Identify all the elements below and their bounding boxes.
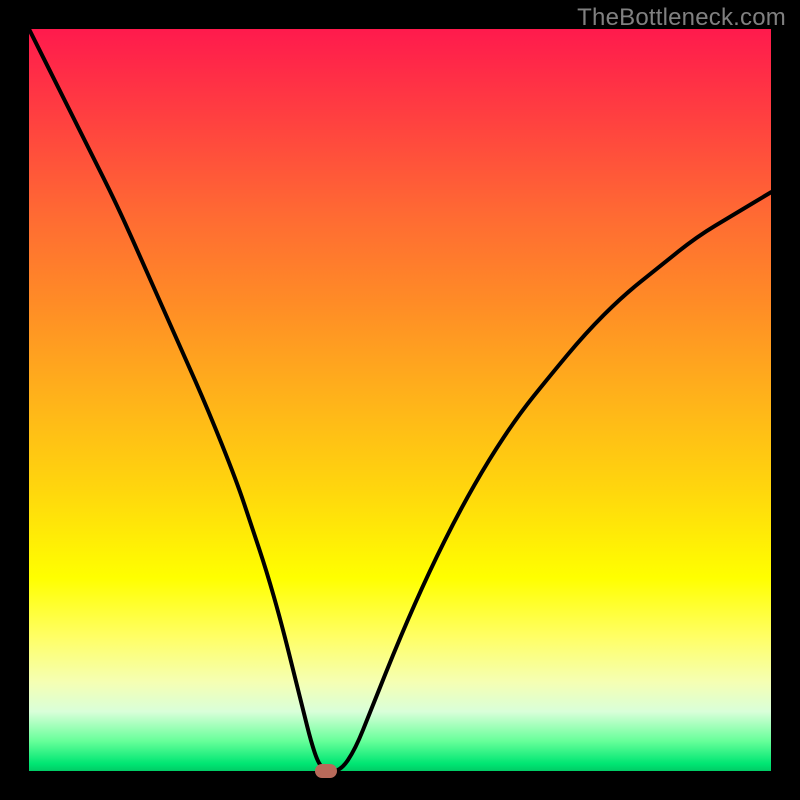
- minimum-marker: [315, 764, 337, 778]
- watermark-text: TheBottleneck.com: [577, 4, 786, 32]
- bottleneck-curve-path: [29, 29, 771, 771]
- chart-frame: TheBottleneck.com: [0, 0, 800, 800]
- curve-svg: [29, 29, 771, 771]
